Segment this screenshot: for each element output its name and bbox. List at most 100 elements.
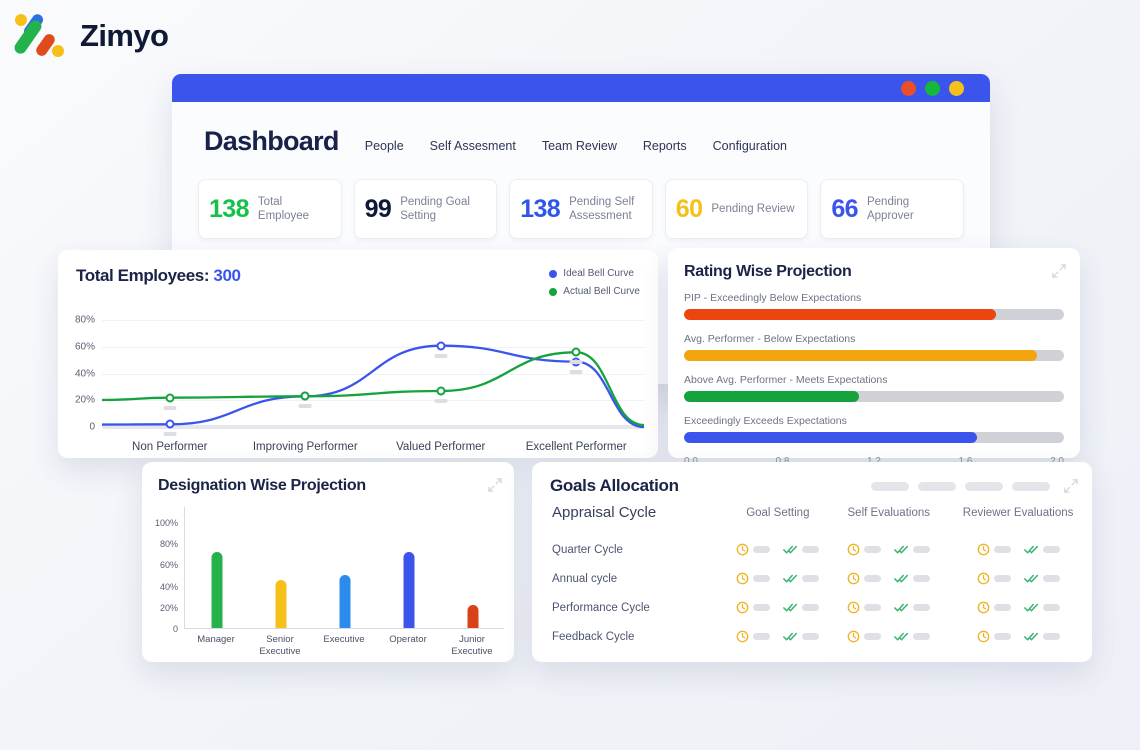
rating-bar-track[interactable] [684,350,1064,361]
status-pill [802,575,820,582]
status-cell[interactable] [944,622,1092,651]
status-pill [1042,633,1060,640]
nav-item-configuration[interactable]: Configuration [713,139,787,153]
goals-card-title: Goals Allocation [550,476,679,495]
data-point[interactable] [165,419,175,429]
placeholder-pill[interactable] [1012,481,1050,491]
status-pill [802,546,820,553]
data-point-label-pill [569,360,583,365]
nav-item-people[interactable]: People [365,139,404,153]
nav-item-self-assessment[interactable]: Self Assesment [430,139,516,153]
legend-item-actual[interactable]: Actual Bell Curve [549,286,640,297]
x-tick-label: Manager [197,634,235,645]
nav-links: People Self Assesment Team Review Report… [365,139,787,153]
clock-icon [847,543,860,556]
stat-label: Pending Approver [866,195,914,222]
maximize-dot-icon[interactable] [949,80,964,96]
status-cell[interactable] [833,622,944,651]
legend-item-ideal[interactable]: Ideal Bell Curve [549,268,640,279]
status-cell[interactable] [722,564,833,593]
status-cell[interactable] [944,535,1092,564]
status-cell[interactable] [722,593,833,622]
placeholder-pill[interactable] [871,481,909,491]
nav-item-team-review[interactable]: Team Review [542,139,617,153]
bell-curve-lines [101,344,645,429]
expand-icon[interactable] [1052,264,1066,278]
status-pill [753,546,771,553]
status-cell[interactable] [722,622,833,651]
stat-card-total-employee[interactable]: 138 Total Employee [198,179,342,239]
double-check-icon [783,545,798,554]
bar-column[interactable] [275,580,287,628]
status-pill [913,575,931,582]
expand-icon[interactable] [488,478,502,492]
clock-icon [847,572,860,585]
brand-name: Zimyo [80,18,169,53]
status-cell[interactable] [722,535,833,564]
clock-icon [977,630,989,643]
y-tick-label: 0 [89,421,95,433]
stat-label: Pending Goal Setting [400,195,470,222]
placeholder-pill[interactable] [918,481,956,491]
stat-value: 138 [520,194,561,223]
status-pill [913,546,931,553]
status-cell[interactable] [944,564,1092,593]
col-goal-setting: Goal Setting [746,506,810,519]
y-tick-label: 80% [74,314,95,326]
table-row[interactable]: Feedback Cycle [532,622,1092,651]
rating-bar-track[interactable] [684,391,1064,402]
x-tick-label: Excellent Performer [525,441,627,453]
rating-bar-row: PIP - Exceedingly Below Expectations [684,292,1064,320]
status-cell[interactable] [833,593,944,622]
placeholder-pill[interactable] [965,481,1003,491]
expand-icon[interactable] [1064,479,1078,493]
close-dot-icon[interactable] [901,80,916,96]
bar-column[interactable] [339,574,351,628]
table-row[interactable]: Annual cycle [532,564,1092,593]
status-pill [913,604,931,611]
data-point[interactable] [571,347,581,357]
rating-bar-row: Above Avg. Performer - Meets Expectation… [684,374,1064,402]
bar-column[interactable] [403,551,415,628]
double-check-icon [1023,545,1038,554]
page-title: Dashboard [204,126,339,156]
stat-label: Total Employee [257,195,310,222]
status-cell[interactable] [833,535,944,564]
y-tick-label: 60% [74,341,95,353]
clock-icon [847,630,860,643]
placeholder-pills [871,481,1050,491]
rating-bar-label: PIP - Exceedingly Below Expectations [684,292,862,304]
data-point[interactable] [436,386,446,396]
double-check-icon [894,545,909,554]
top-navigation: Dashboard People Self Assesment Team Rev… [172,102,990,157]
status-cell[interactable] [833,564,944,593]
total-employees-chart-card: Total Employees: 300 Ideal Bell Curve Ac… [58,250,658,458]
x-tick-label: Junior Executive [451,634,493,657]
stat-card-pending-review[interactable]: 60 Pending Review [664,179,809,239]
status-pill [913,633,931,640]
data-point-label-pill [163,405,177,410]
rating-bar-track[interactable] [684,309,1064,320]
status-pill [802,633,820,640]
data-point[interactable] [165,393,175,403]
stat-card-pending-self-assessment[interactable]: 138 Pending Self Assessment [509,179,653,239]
stat-card-pending-approver[interactable]: 66 Pending Approver [820,179,964,239]
bar-column[interactable] [211,551,223,628]
status-cell[interactable] [944,593,1092,622]
data-point[interactable] [436,341,446,351]
status-pill [1042,604,1060,611]
status-pill [1042,575,1060,582]
rating-bar-label: Above Avg. Performer - Meets Expectation… [684,374,888,386]
table-row[interactable]: Quarter Cycle [532,535,1092,564]
data-point[interactable] [300,391,310,401]
y-tick-label: 80% [159,539,178,550]
bar-column[interactable] [467,604,479,628]
nav-item-reports[interactable]: Reports [643,139,687,153]
rating-bar-track[interactable] [684,432,1064,443]
status-pill [1042,546,1060,553]
status-pill [993,604,1011,611]
stat-card-pending-goal-setting[interactable]: 99 Pending Goal Setting [353,179,498,239]
screenshot-root: Zimyo Dashboard People Self Assesment Te… [0,0,1140,750]
table-row[interactable]: Performance Cycle [532,593,1092,622]
minimize-dot-icon[interactable] [925,80,940,96]
